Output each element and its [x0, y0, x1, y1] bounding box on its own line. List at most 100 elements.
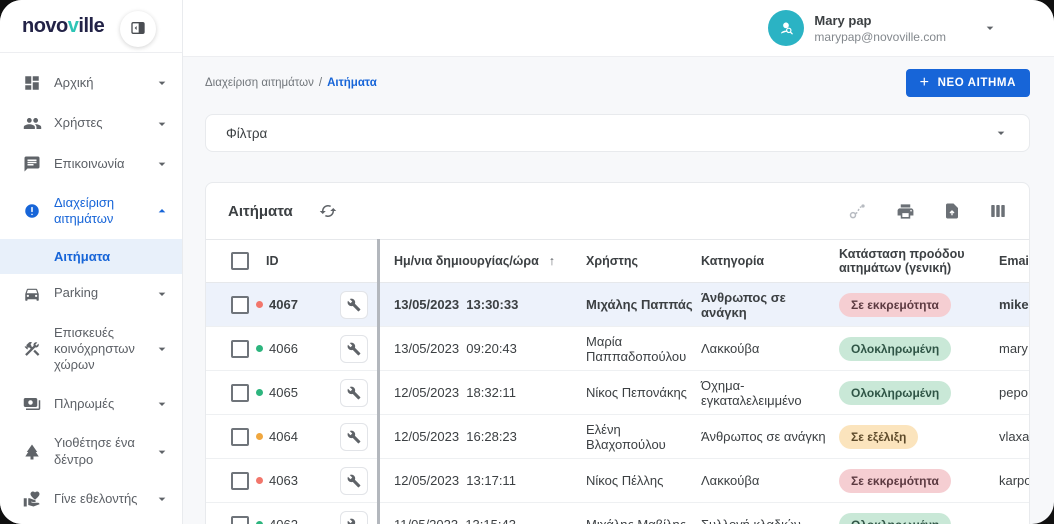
- select-all-checkbox[interactable]: [231, 252, 249, 270]
- priority-dot-green: [256, 389, 263, 396]
- sidebar-nav: Αρχική Χρήστες Επικοινωνία Διαχείριση αι…: [0, 53, 182, 524]
- request-datetime: 12/05/2023 18:32:11: [380, 379, 586, 406]
- table-row[interactable]: 4062 11/05/2023 13:15:43 Μιχάλης Μαβίλης…: [206, 503, 1029, 524]
- edit-request-button[interactable]: [340, 335, 368, 363]
- wrench-icon: [347, 430, 361, 444]
- chevron-down-icon: [154, 116, 170, 132]
- plus-icon: +: [920, 75, 930, 91]
- car-icon: [22, 285, 42, 303]
- sidebar-item-request-management[interactable]: Διαχείριση αιτημάτων: [0, 184, 182, 239]
- sidebar-item-users[interactable]: Χρήστες: [0, 103, 182, 144]
- users-icon: [22, 114, 42, 133]
- sidebar-subitem-requests[interactable]: Αιτήματα: [0, 239, 182, 274]
- sidebar-item-volunteer[interactable]: Γίνε εθελοντής: [0, 479, 182, 519]
- request-id: 4064: [269, 429, 298, 444]
- table-row[interactable]: 4065 12/05/2023 18:32:11 Νίκος Πεπονάκης…: [206, 371, 1029, 415]
- request-user: Νίκος Πεπονάκης: [586, 379, 701, 406]
- column-header-date[interactable]: Ημ/νια δημιουργίας/ώρα: [394, 254, 539, 268]
- dashboard-icon: [22, 74, 42, 92]
- sidebar-item-payments[interactable]: Πληρωμές: [0, 384, 182, 424]
- request-datetime: 12/05/2023 16:28:23: [380, 423, 586, 450]
- sidebar-item-home[interactable]: Αρχική: [0, 63, 182, 103]
- map-route-icon[interactable]: [848, 201, 868, 221]
- edit-request-button[interactable]: [340, 379, 368, 407]
- column-header-user[interactable]: Χρήστης: [586, 248, 701, 274]
- export-file-icon[interactable]: [943, 202, 961, 220]
- row-checkbox[interactable]: [231, 516, 249, 524]
- table-toolbar: Αιτήματα: [206, 183, 1029, 239]
- status-badge: Ολοκληρωμένη: [839, 513, 951, 524]
- priority-dot-red: [256, 301, 263, 308]
- sidebar-item-communication[interactable]: Επικοινωνία: [0, 144, 182, 184]
- main-area: Mary pap marypap@novoville.com Διαχείρισ…: [183, 0, 1054, 524]
- wrench-icon: [347, 518, 361, 524]
- request-datetime: 13/05/2023 09:20:43: [380, 335, 586, 362]
- columns-icon[interactable]: [989, 202, 1007, 220]
- sort-asc-icon[interactable]: ↑: [549, 254, 555, 268]
- filters-panel[interactable]: Φίλτρα: [205, 114, 1030, 152]
- row-checkbox[interactable]: [231, 296, 249, 314]
- column-pin-divider[interactable]: [377, 239, 380, 524]
- row-checkbox[interactable]: [231, 472, 249, 490]
- request-email: mike: [999, 291, 1030, 318]
- column-header-category[interactable]: Κατηγορία: [701, 248, 839, 274]
- chevron-down-icon: [982, 20, 998, 36]
- new-request-button[interactable]: + ΝΕΟ ΑΙΤΗΜΑ: [906, 69, 1030, 97]
- table-header-row: ID Ημ/νια δημιουργίας/ώρα ↑ Χρήστης Κατηγ…: [206, 239, 1029, 283]
- chevron-down-icon: [154, 156, 170, 172]
- chevron-down-icon: [154, 444, 170, 460]
- sidebar-item-adopt-tree[interactable]: Υιοθέτησε ένα δέντρο: [0, 424, 182, 479]
- request-id: 4066: [269, 341, 298, 356]
- filters-label: Φίλτρα: [226, 126, 267, 141]
- column-header-email[interactable]: Email: [999, 248, 1030, 274]
- chevron-down-icon: [154, 75, 170, 91]
- sidebar-item-statistics[interactable]: Στατιστικά: [0, 519, 182, 524]
- breadcrumb-parent[interactable]: Διαχείριση αιτημάτων: [205, 77, 314, 89]
- row-checkbox[interactable]: [231, 384, 249, 402]
- user-menu[interactable]: Mary pap marypap@novoville.com: [768, 10, 998, 46]
- user-email: marypap@novoville.com: [814, 30, 946, 44]
- tree-icon: [22, 443, 42, 461]
- request-email: [999, 519, 1030, 524]
- sidebar-collapse-button[interactable]: [120, 11, 156, 47]
- request-category: Συλλογή κλαδιών: [701, 511, 839, 524]
- request-user: Μιχάλης Παππάς: [586, 291, 701, 318]
- request-id: 4065: [269, 385, 298, 400]
- edit-request-button[interactable]: [340, 423, 368, 451]
- table-row[interactable]: 4063 12/05/2023 13:17:11 Νίκος Πέλλης Λα…: [206, 459, 1029, 503]
- table-row[interactable]: 4066 13/05/2023 09:20:43 Μαρία Παππαδοπο…: [206, 327, 1029, 371]
- edit-request-button[interactable]: [340, 291, 368, 319]
- collapse-panel-icon: [130, 20, 146, 39]
- request-category: Όχημα-εγκαταλελειμμένο: [701, 372, 839, 414]
- refresh-icon[interactable]: [319, 202, 337, 220]
- edit-request-button[interactable]: [340, 467, 368, 495]
- request-id: 4063: [269, 473, 298, 488]
- chevron-down-icon: [154, 286, 170, 302]
- request-user: Μαρία Παππαδοπούλου: [586, 328, 701, 370]
- request-category: Άνθρωπος σε ανάγκη: [701, 284, 839, 326]
- sidebar-item-parking[interactable]: Parking: [0, 274, 182, 314]
- request-user: Μιχάλης Μαβίλης: [586, 511, 701, 524]
- edit-request-button[interactable]: [340, 511, 368, 524]
- table-row[interactable]: 4067 13/05/2023 13:30:33 Μιχάλης Παππάς …: [206, 283, 1029, 327]
- breadcrumb: Διαχείριση αιτημάτων/Αιτήματα: [205, 77, 377, 89]
- volunteer-icon: [22, 490, 42, 508]
- tools-icon: [22, 340, 42, 358]
- request-datetime: 13/05/2023 13:30:33: [380, 291, 586, 318]
- print-icon[interactable]: [896, 202, 915, 221]
- sidebar-item-repairs[interactable]: Επισκευές κοινόχρηστων χώρων: [0, 314, 182, 385]
- chevron-down-icon: [154, 396, 170, 412]
- wrench-icon: [347, 298, 361, 312]
- request-email: vlaxa: [999, 423, 1030, 450]
- row-checkbox[interactable]: [231, 428, 249, 446]
- content: Διαχείριση αιτημάτων/Αιτήματα + ΝΕΟ ΑΙΤΗ…: [183, 57, 1054, 524]
- chevron-down-icon: [154, 491, 170, 507]
- table-row[interactable]: 4064 12/05/2023 16:28:23 Ελένη Βλαχοπούλ…: [206, 415, 1029, 459]
- column-header-status[interactable]: Κατάσταση προόδου αιτημάτων (γενική): [839, 241, 999, 281]
- request-category: Λακκούβα: [701, 467, 839, 494]
- column-header-id[interactable]: ID: [256, 254, 279, 268]
- row-checkbox[interactable]: [231, 340, 249, 358]
- status-badge: Σε εκκρεμότητα: [839, 293, 951, 317]
- priority-dot-orange: [256, 433, 263, 440]
- wrench-icon: [347, 386, 361, 400]
